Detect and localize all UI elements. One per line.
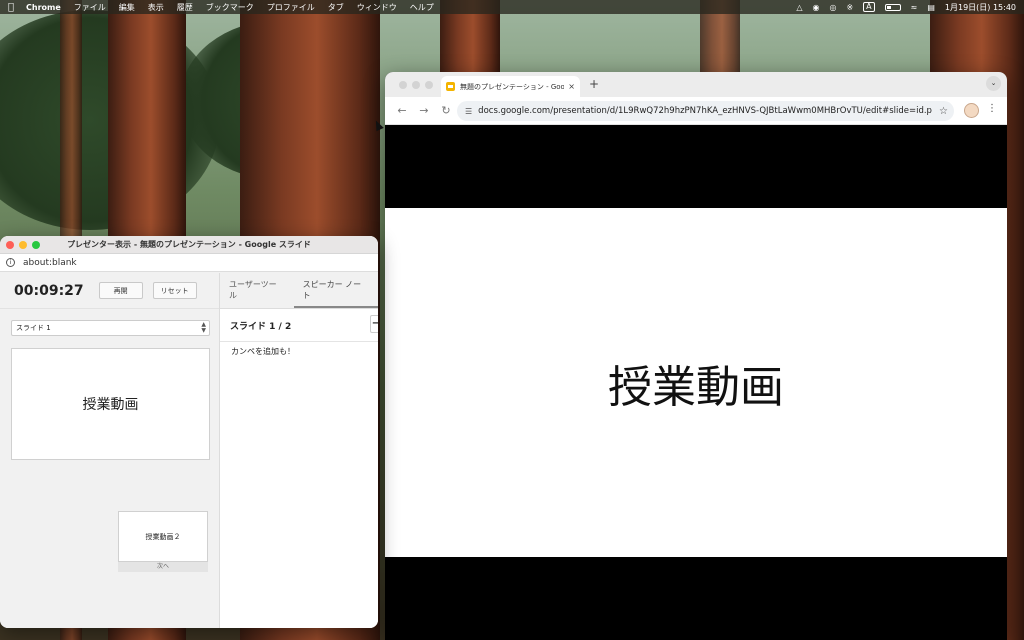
menu-window[interactable]: ウィンドウ bbox=[357, 2, 397, 13]
menu-help[interactable]: ヘルプ bbox=[410, 2, 434, 13]
chrome-window-controls bbox=[399, 81, 433, 89]
google-slides-icon bbox=[446, 82, 455, 91]
wifi-icon[interactable]: ≈ bbox=[911, 3, 918, 12]
bookmark-star-icon[interactable]: ☆ bbox=[939, 106, 948, 117]
macos-menubar:  Chrome ファイル 編集 表示 履歴 ブックマーク プロファイル タブ … bbox=[0, 0, 1024, 14]
notes-slide-counter: スライド 1 / 2 bbox=[230, 321, 292, 332]
timer-row: 00:09:27 再開 リセット bbox=[0, 273, 219, 309]
next-button[interactable]: 次へ bbox=[118, 562, 208, 572]
menu-file[interactable]: ファイル bbox=[74, 2, 106, 13]
browser-tab-slides[interactable]: 無題のプレゼンテーション - Goo × bbox=[441, 76, 580, 97]
address-bar[interactable]: ☰ docs.google.com/presentation/d/1L9RwQ7… bbox=[457, 101, 954, 121]
presented-slide-text: 授業動画 bbox=[608, 361, 784, 413]
minimize-window-button[interactable] bbox=[19, 240, 27, 249]
tab-search-icon[interactable]: ⌄ bbox=[986, 76, 1001, 91]
info-icon[interactable]: i bbox=[6, 258, 15, 267]
presenter-url: about:blank bbox=[23, 257, 77, 268]
close-tab-icon[interactable]: × bbox=[568, 82, 575, 91]
chrome-tab-bar: 無題のプレゼンテーション - Goo × + ⌄ bbox=[385, 72, 1007, 97]
reload-icon[interactable]: ↻ bbox=[435, 104, 457, 117]
presented-slide[interactable]: 授業動画 bbox=[385, 208, 1007, 557]
presenter-title-bar: プレゼンター表示 - 無題のプレゼンテーション - Google スライド bbox=[0, 236, 378, 254]
menu-bookmarks[interactable]: ブックマーク bbox=[206, 2, 254, 13]
next-slide-thumbnail[interactable]: 授業動画２ bbox=[118, 511, 208, 562]
presenter-window-controls bbox=[6, 240, 40, 249]
menu-app-name[interactable]: Chrome bbox=[26, 3, 61, 12]
menu-view[interactable]: 表示 bbox=[148, 2, 164, 13]
presenter-view-window: プレゼンター表示 - 無題のプレゼンテーション - Google スライド i … bbox=[0, 236, 378, 628]
menu-tab[interactable]: タブ bbox=[328, 2, 344, 13]
tab-user-tools[interactable]: ユーザーツール bbox=[220, 272, 294, 308]
slideshow-area: 授業動画 bbox=[385, 125, 1007, 640]
address-url[interactable]: docs.google.com/presentation/d/1L9RwQ72h… bbox=[478, 106, 939, 116]
notes-header: スライド 1 / 2 − bbox=[220, 309, 378, 342]
elapsed-timer: 00:09:27 bbox=[14, 282, 84, 299]
back-arrow-icon[interactable]: ← bbox=[391, 104, 413, 117]
close-window-button[interactable] bbox=[6, 240, 14, 249]
tab-title: 無題のプレゼンテーション - Goo bbox=[460, 82, 565, 91]
chrome-window: 無題のプレゼンテーション - Goo × + ⌄ ← → ↻ ☰ docs.go… bbox=[385, 72, 1007, 640]
current-slide-thumbnail[interactable]: 授業動画 bbox=[11, 348, 210, 460]
battery-icon[interactable] bbox=[884, 3, 901, 11]
presenter-tabs: ユーザーツール スピーカー ノート bbox=[220, 273, 378, 309]
menu-profiles[interactable]: プロファイル bbox=[267, 2, 315, 13]
presenter-right-pane: ユーザーツール スピーカー ノート スライド 1 / 2 − カンペを追加も！ bbox=[220, 273, 378, 628]
forward-arrow-icon[interactable]: → bbox=[413, 104, 435, 117]
presenter-left-pane: 00:09:27 再開 リセット スライド 1 ▲ ▼ 授業動画 授業動画２ 次へ bbox=[0, 273, 220, 628]
chrome-toolbar: ← → ↻ ☰ docs.google.com/presentation/d/1… bbox=[385, 97, 1007, 125]
new-tab-button[interactable]: + bbox=[589, 77, 599, 91]
apple-menu-icon[interactable]:  bbox=[8, 2, 14, 13]
bluetooth-icon[interactable]: ※ bbox=[846, 3, 853, 12]
menu-history[interactable]: 履歴 bbox=[177, 2, 193, 13]
control-center-icon[interactable]: ▤ bbox=[927, 3, 935, 12]
extension-status-icon[interactable]: ◉ bbox=[812, 3, 819, 12]
site-info-icon[interactable]: ☰ bbox=[465, 107, 472, 116]
select-arrows-icon: ▲ ▼ bbox=[201, 321, 206, 334]
screen-record-icon[interactable]: ◎ bbox=[829, 3, 836, 12]
slide-select[interactable]: スライド 1 ▲ ▼ bbox=[11, 320, 210, 336]
close-window-button[interactable] bbox=[399, 81, 407, 89]
reset-button[interactable]: リセット bbox=[152, 282, 197, 299]
menu-edit[interactable]: 編集 bbox=[119, 2, 135, 13]
minimize-window-button[interactable] bbox=[412, 81, 420, 89]
zoom-window-button[interactable] bbox=[32, 240, 40, 249]
current-slide-text: 授業動画 bbox=[82, 397, 139, 413]
drive-status-icon[interactable]: △ bbox=[796, 3, 802, 12]
profile-avatar[interactable] bbox=[964, 103, 979, 118]
next-slide-text: 授業動画２ bbox=[145, 532, 181, 541]
decrease-font-button[interactable]: − bbox=[370, 315, 378, 333]
tab-speaker-notes[interactable]: スピーカー ノート bbox=[293, 272, 378, 308]
speaker-notes-text: カンペを追加も！ bbox=[231, 347, 295, 356]
slide-select-value: スライド 1 bbox=[16, 324, 51, 332]
chrome-menu-icon[interactable]: ⋮ bbox=[987, 103, 997, 114]
presenter-body: 00:09:27 再開 リセット スライド 1 ▲ ▼ 授業動画 授業動画２ 次へ… bbox=[0, 273, 378, 628]
zoom-window-button[interactable] bbox=[425, 81, 433, 89]
menubar-datetime[interactable]: 1月19日(日) 15:40 bbox=[945, 2, 1016, 13]
presenter-window-title: プレゼンター表示 - 無題のプレゼンテーション - Google スライド bbox=[67, 240, 311, 249]
input-source-icon[interactable]: A bbox=[863, 2, 875, 12]
presenter-url-bar: i about:blank bbox=[0, 254, 378, 272]
resume-button[interactable]: 再開 bbox=[98, 282, 143, 299]
